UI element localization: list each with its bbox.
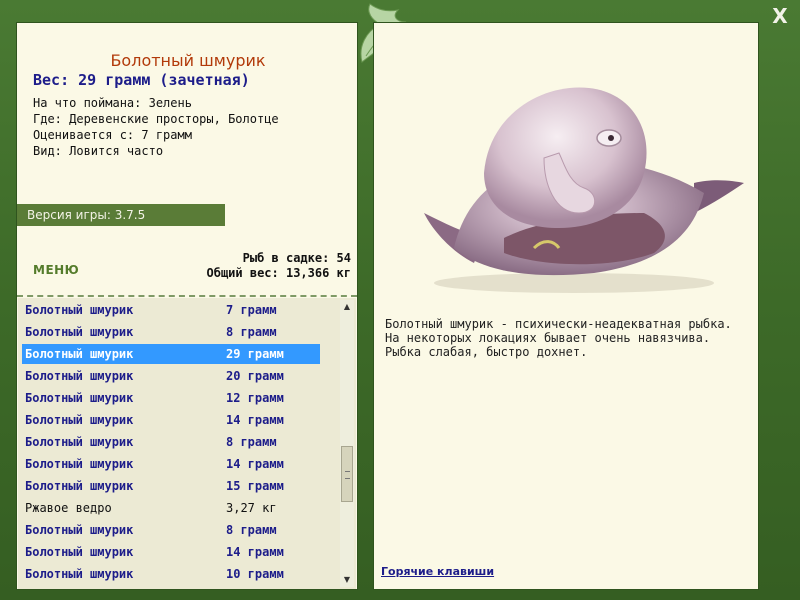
fish-title: Болотный шмурик	[110, 51, 266, 70]
list-item[interactable]: Болотный шмурик 14 грамм	[22, 542, 320, 562]
fish-info: На что поймана: Зелень Где: Деревенские …	[33, 95, 279, 159]
scroll-thumb[interactable]	[341, 446, 353, 502]
fish-image	[424, 87, 744, 293]
list-item[interactable]: Болотный шмурик 12 грамм	[22, 388, 320, 408]
item-name: Болотный шмурик	[25, 567, 134, 581]
left-panel: Болотный шмурик Вес: 29 грамм (зачетная)…	[16, 22, 358, 590]
scrollbar[interactable]: ▲ ▼	[340, 300, 354, 587]
info-bait: На что поймана: Зелень	[33, 96, 192, 110]
item-name: Ржавое ведро	[25, 501, 112, 515]
item-weight: 7 грамм	[226, 303, 277, 317]
item-name: Болотный шмурик	[25, 347, 134, 361]
item-name: Болотный шмурик	[25, 479, 134, 493]
close-icon[interactable]: X	[772, 4, 787, 28]
info-frequency: Вид: Ловится часто	[33, 144, 164, 158]
fish-weight: Вес: 29 грамм (зачетная)	[33, 71, 250, 89]
list-item[interactable]: Болотный шмурик 14 грамм	[22, 410, 320, 430]
arrow-up-icon[interactable]: ▲	[340, 300, 354, 314]
list-item[interactable]: Болотный шмурик 14 грамм	[22, 454, 320, 474]
list-item[interactable]: Болотный шмурик 15 грамм	[22, 476, 320, 496]
item-name: Болотный шмурик	[25, 435, 134, 449]
divider	[17, 295, 357, 297]
item-weight: 8 грамм	[226, 435, 277, 449]
item-name: Болотный шмурик	[25, 303, 134, 317]
list-item[interactable]: Болотный шмурик 8 грамм	[22, 520, 320, 540]
item-weight: 20 грамм	[226, 369, 284, 383]
fish-description: Болотный шмурик - психически-неадекватна…	[385, 317, 745, 359]
item-name: Болотный шмурик	[25, 523, 134, 537]
item-weight: 14 грамм	[226, 457, 284, 471]
arrow-down-icon[interactable]: ▼	[340, 573, 354, 587]
catch-list[interactable]: Болотный шмурик 7 грамм Болотный шмурик 8 г…	[18, 298, 356, 589]
list-item-selected[interactable]: Болотный шмурик 29 грамм	[22, 344, 320, 364]
list-item[interactable]: Болотный шмурик 7 грамм	[22, 300, 320, 320]
item-name: Болотный шмурик	[25, 413, 134, 427]
catch-stats: Рыб в садке: 54 Общий вес: 13,366 кг	[207, 251, 352, 281]
item-weight: 14 грамм	[226, 413, 284, 427]
item-weight: 8 грамм	[226, 325, 277, 339]
item-weight: 14 грамм	[226, 545, 284, 559]
info-location: Где: Деревенские просторы, Болотце	[33, 112, 279, 126]
description-line: Болотный шмурик - психически-неадекватна…	[385, 317, 732, 331]
list-item[interactable]: Болотный шмурик 20 грамм	[22, 366, 320, 386]
item-weight: 3,27 кг	[226, 501, 277, 515]
list-item[interactable]: Болотный шмурик 8 грамм	[22, 432, 320, 452]
item-weight: 8 грамм	[226, 523, 277, 537]
description-line: Рыбка слабая, быстро дохнет.	[385, 345, 588, 359]
item-name: Болотный шмурик	[25, 325, 134, 339]
item-weight: 12 грамм	[226, 391, 284, 405]
info-min-weight: Оценивается с: 7 грамм	[33, 128, 192, 142]
total-weight: Общий вес: 13,366 кг	[206, 266, 352, 280]
item-weight: 10 грамм	[226, 567, 284, 581]
fish-count: Рыб в садке: 54	[242, 251, 351, 265]
right-panel: Болотный шмурик - психически-неадекватна…	[373, 22, 759, 590]
item-name: Болотный шмурик	[25, 369, 134, 383]
item-name: Болотный шмурик	[25, 457, 134, 471]
list-item[interactable]: Болотный шмурик 10 грамм	[22, 564, 320, 584]
list-item[interactable]: Болотный шмурик 8 грамм	[22, 322, 320, 342]
item-name: Болотный шмурик	[25, 545, 134, 559]
item-weight: 15 грамм	[226, 479, 284, 493]
menu-button[interactable]: МЕНЮ	[33, 263, 79, 277]
list-item[interactable]: Ржавое ведро 3,27 кг	[22, 498, 320, 518]
item-weight: 29 грамм	[226, 347, 284, 361]
game-version: Версия игры: 3.7.5	[17, 204, 225, 226]
item-name: Болотный шмурик	[25, 391, 134, 405]
description-line: На некоторых локациях бывает очень навяз…	[385, 331, 711, 345]
close-button[interactable]: X	[768, 4, 792, 28]
hotkeys-link[interactable]: Горячие клавиши	[381, 565, 494, 578]
